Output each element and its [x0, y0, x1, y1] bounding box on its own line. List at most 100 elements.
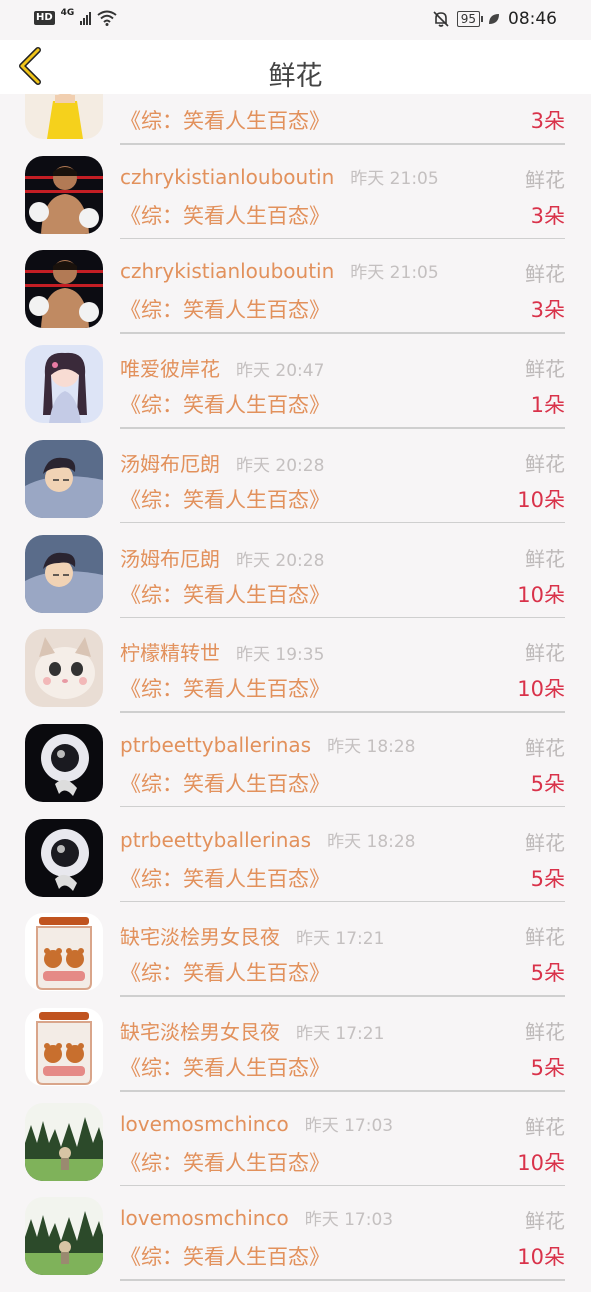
- list-item[interactable]: ptrbeettyballerinas 昨天 18:28 鲜花 《综：笑看人生百态》 5…: [0, 818, 591, 914]
- list-item[interactable]: 缺宅淡桧男女艮夜 昨天 17:21 鲜花 《综：笑看人生百态》 5朵: [0, 1008, 591, 1103]
- user-avatar[interactable]: [25, 1008, 103, 1086]
- book-title[interactable]: 《综：笑看人生百态》: [120, 393, 330, 417]
- avatar-image: [25, 629, 103, 708]
- row-divider: [120, 616, 565, 618]
- row-divider: [120, 711, 565, 713]
- row-divider: [120, 805, 565, 808]
- user-name[interactable]: 柠檬精转世: [120, 641, 220, 665]
- user-name[interactable]: 汤姆布厄朗: [120, 452, 220, 476]
- list-item[interactable]: 汤姆布厄朗 昨天 20:28 鲜花 《综：笑看人生百态》 10朵: [0, 439, 591, 535]
- book-title[interactable]: 《综：笑看人生百态》: [120, 204, 330, 228]
- status-bar: HD 4G 95 08:46: [0, 0, 591, 40]
- user-avatar[interactable]: [25, 439, 103, 518]
- list-item[interactable]: czhrykistianlouboutin 昨天 21:05 鲜花 《综：笑看人生百态…: [0, 155, 591, 251]
- book-title[interactable]: 《综：笑看人生百态》: [120, 109, 330, 133]
- avatar-image: [25, 155, 103, 234]
- user-avatar[interactable]: [25, 629, 103, 708]
- user-avatar[interactable]: [25, 1102, 103, 1181]
- user-name[interactable]: czhrykistianlouboutin: [120, 165, 334, 189]
- user-name[interactable]: lovemosmchinco: [120, 1206, 289, 1230]
- flower-count: 10朵: [517, 1150, 565, 1175]
- row-detail-line: 《综：笑看人生百态》 10朵: [120, 673, 565, 703]
- avatar-image: [25, 1102, 103, 1181]
- flower-count: 5朵: [530, 961, 565, 986]
- row-divider: [120, 1090, 565, 1092]
- status-left: HD 4G: [34, 8, 117, 26]
- flower-count: 10朵: [517, 1245, 565, 1270]
- avatar-image: [25, 913, 103, 992]
- wifi-icon: [97, 10, 117, 26]
- book-title[interactable]: 《综：笑看人生百态》: [120, 867, 330, 891]
- book-title[interactable]: 《综：笑看人生百态》: [120, 677, 330, 701]
- avatar-image: [25, 723, 103, 802]
- book-title[interactable]: 《综：笑看人生百态》: [120, 1245, 330, 1269]
- row-divider: [120, 900, 565, 903]
- row-header-line: 柠檬精转世 昨天 19:35 鲜花: [120, 637, 565, 667]
- user-avatar[interactable]: [25, 1197, 103, 1276]
- user-name[interactable]: czhrykistianlouboutin: [120, 259, 334, 283]
- user-avatar[interactable]: [25, 723, 103, 802]
- list-item[interactable]: 缺宅淡桧男女艮夜 昨天 17:21 鲜花《综：笑看人生百态》 5朵: [0, 913, 591, 1008]
- user-name[interactable]: lovemosmchinco: [120, 1112, 289, 1136]
- avatar-image: [25, 345, 103, 424]
- user-avatar[interactable]: [25, 818, 103, 897]
- row-divider: [120, 1184, 565, 1187]
- row-detail-line: 《综：笑看人生百态》 3朵: [120, 294, 565, 324]
- row-header-line: 唯爱彼岸花 昨天 20:47 鲜花: [120, 353, 565, 383]
- timestamp: 昨天 19:35: [236, 645, 325, 666]
- flower-count: 10朵: [517, 582, 565, 607]
- flower-count: 3朵: [530, 298, 565, 323]
- timestamp: 昨天 21:05: [350, 263, 439, 284]
- book-title[interactable]: 《综：笑看人生百态》: [120, 961, 330, 985]
- user-avatar[interactable]: [25, 913, 103, 992]
- timestamp: 昨天 17:21: [296, 1024, 385, 1044]
- user-avatar[interactable]: [25, 345, 103, 424]
- row-detail-line: 《综：笑看人生百态》 3朵: [120, 105, 565, 135]
- row-divider: [120, 995, 565, 997]
- gift-type-label: 鲜花: [525, 735, 565, 760]
- book-title[interactable]: 《综：笑看人生百态》: [120, 488, 330, 512]
- list-item[interactable]: ptrbeettyballerinas 昨天 18:28 鲜花 《综：笑看人生百态》 5…: [0, 723, 591, 819]
- book-title[interactable]: 《综：笑看人生百态》: [120, 583, 330, 607]
- hd-badge: HD: [34, 11, 55, 25]
- user-avatar[interactable]: [25, 155, 103, 234]
- book-title[interactable]: 《综：笑看人生百态》: [120, 772, 330, 796]
- list-item[interactable]: 柠檬精转世 昨天 19:35 鲜花 《综：笑看人生百态》 10朵: [0, 629, 591, 724]
- timestamp: 昨天 17:21: [296, 929, 385, 950]
- user-name[interactable]: 汤姆布厄朗: [120, 547, 220, 571]
- list-item[interactable]: lovemosmchinco 昨天 17:03 鲜花《综：笑看人生百态》 10朵: [0, 1102, 591, 1198]
- gift-type-label: 鲜花: [525, 830, 565, 855]
- flower-count: 3朵: [530, 203, 565, 228]
- flower-count: 3朵: [530, 109, 565, 133]
- user-avatar[interactable]: [25, 250, 103, 329]
- row-detail-line: 《综：笑看人生百态》 10朵: [120, 579, 565, 609]
- list-item[interactable]: 唯爱彼岸花 昨天 20:47 鲜花 《综：笑看人生百态》 1朵: [0, 345, 591, 440]
- user-avatar[interactable]: [25, 534, 103, 613]
- book-title[interactable]: 《综：笑看人生百态》: [120, 1056, 330, 1080]
- row-header-line: 缺宅淡桧男女艮夜 昨天 17:21 鲜花: [120, 921, 565, 951]
- row-header-line: lovemosmchinco 昨天 17:03 鲜花: [120, 1205, 565, 1235]
- timestamp: 昨天 21:05: [350, 168, 439, 189]
- book-title[interactable]: 《综：笑看人生百态》: [120, 298, 330, 322]
- row-header-line: lovemosmchinco 昨天 17:03 鲜花: [120, 1111, 565, 1141]
- list-item[interactable]: lovemosmchinco 昨天 17:03 鲜花《综：笑看人生百态》 10朵: [0, 1197, 591, 1292]
- gift-record-list: 《综：笑看人生百态》 3朵 czhrykistianlouboutin 昨天 21:0…: [0, 0, 591, 1281]
- row-detail-line: 《综：笑看人生百态》 5朵: [120, 1052, 565, 1082]
- user-name[interactable]: ptrbeettyballerinas: [120, 733, 311, 757]
- user-name[interactable]: 唯爱彼岸花: [120, 357, 220, 381]
- avatar-image: [25, 1008, 103, 1086]
- list-item[interactable]: czhrykistianlouboutin 昨天 21:05 鲜花 《综：笑看人生百态…: [0, 250, 591, 345]
- book-title[interactable]: 《综：笑看人生百态》: [120, 1151, 330, 1175]
- timestamp: 昨天 20:28: [236, 550, 325, 571]
- avatar-image: [25, 534, 103, 613]
- row-header-line: 汤姆布厄朗 昨天 20:28 鲜花: [120, 448, 565, 478]
- gift-type-label: 鲜花: [525, 1114, 565, 1139]
- user-name[interactable]: 缺宅淡桧男女艮夜: [120, 1020, 280, 1044]
- user-name[interactable]: ptrbeettyballerinas: [120, 828, 311, 852]
- row-header-line: czhrykistianlouboutin 昨天 21:05 鲜花: [120, 164, 565, 194]
- gift-type-label: 鲜花: [525, 451, 565, 476]
- list-item[interactable]: 汤姆布厄朗 昨天 20:28 鲜花 《综：笑看人生百态》 10朵: [0, 534, 591, 630]
- row-header-line: 缺宅淡桧男女艮夜 昨天 17:21 鲜花: [120, 1016, 565, 1046]
- user-name[interactable]: 缺宅淡桧男女艮夜: [120, 925, 280, 949]
- row-divider: [120, 143, 565, 145]
